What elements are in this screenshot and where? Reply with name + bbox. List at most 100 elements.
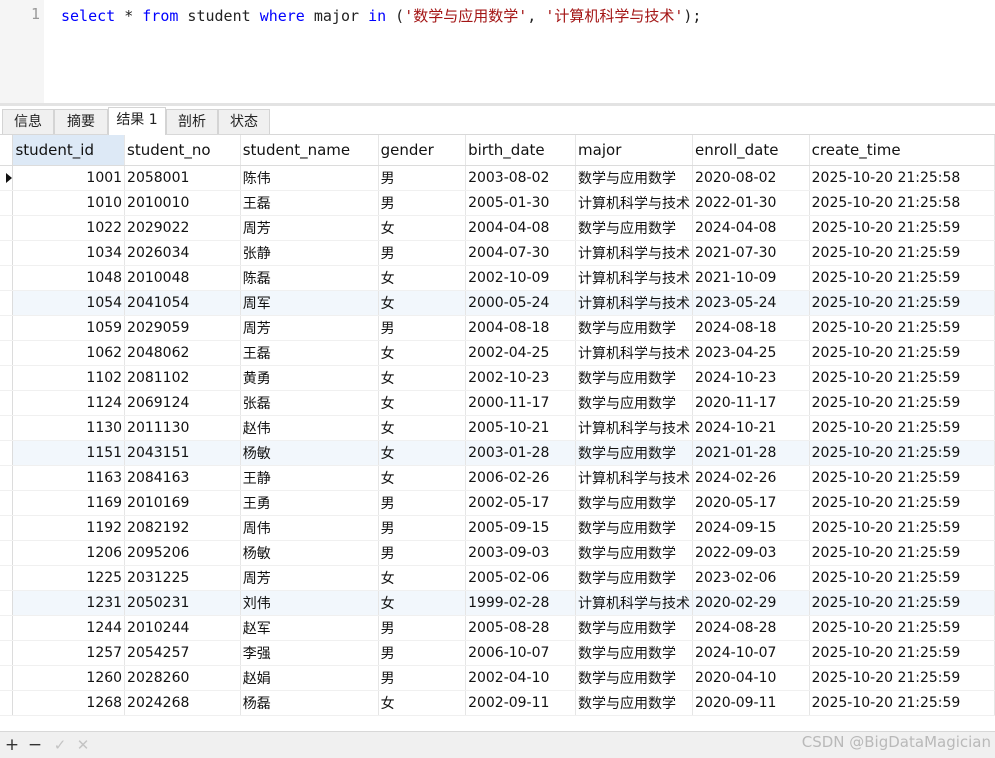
cell-birth-date[interactable]: 2006-10-07 — [465, 640, 577, 666]
cell-student-name[interactable]: 赵伟 — [240, 415, 379, 441]
cell-gender[interactable]: 女 — [378, 265, 467, 291]
cell-birth-date[interactable]: 2003-08-02 — [465, 165, 577, 191]
cell-student-no[interactable]: 2041054 — [124, 290, 241, 316]
cell-gender[interactable]: 男 — [378, 665, 467, 691]
cell-student-id[interactable]: 1244 — [12, 615, 126, 641]
row-header[interactable] — [0, 265, 14, 291]
row-header[interactable] — [0, 240, 14, 266]
cell-birth-date[interactable]: 1999-02-28 — [465, 590, 577, 616]
cell-student-id[interactable]: 1048 — [12, 265, 126, 291]
row-header[interactable] — [0, 165, 14, 191]
cell-gender[interactable]: 女 — [378, 565, 467, 591]
cell-student-no[interactable]: 2024268 — [124, 690, 241, 716]
cell-create-time[interactable]: 2025-10-20 21:25:58 — [809, 165, 995, 191]
row-header[interactable] — [0, 290, 14, 316]
row-header[interactable] — [0, 690, 14, 716]
cell-create-time[interactable]: 2025-10-20 21:25:59 — [809, 340, 995, 366]
cell-create-time[interactable]: 2025-10-20 21:25:59 — [809, 440, 995, 466]
row-header[interactable] — [0, 490, 14, 516]
cell-create-time[interactable]: 2025-10-20 21:25:59 — [809, 415, 995, 441]
table-row[interactable]: 1268 2024268 杨磊女 2002-09-11 数学与应用数学 2020-09-1… — [0, 690, 995, 716]
table-row[interactable]: 1206 2095206 杨敏男 2003-09-03 数学与应用数学 2022-09-0… — [0, 540, 995, 566]
cell-student-no[interactable]: 2031225 — [124, 565, 241, 591]
cell-enroll-date[interactable]: 2024-08-28 — [692, 615, 810, 641]
cell-student-id[interactable]: 1257 — [12, 640, 126, 666]
table-row[interactable]: 1151 2043151 杨敏女 2003-01-28 数学与应用数学 2021-01-2… — [0, 440, 995, 466]
cell-create-time[interactable]: 2025-10-20 21:25:59 — [809, 240, 995, 266]
cell-enroll-date[interactable]: 2024-10-21 — [692, 415, 810, 441]
row-header[interactable] — [0, 390, 14, 416]
cell-create-time[interactable]: 2025-10-20 21:25:59 — [809, 565, 995, 591]
cell-student-no[interactable]: 2069124 — [124, 390, 241, 416]
cell-student-name[interactable]: 王静 — [240, 465, 379, 491]
table-row[interactable]: 1257 2054257 李强男 2006-10-07 数学与应用数学 2024-10-0… — [0, 640, 995, 666]
cell-student-name[interactable]: 周芳 — [240, 215, 379, 241]
row-header[interactable] — [0, 540, 14, 566]
cell-student-no[interactable]: 2011130 — [124, 415, 241, 441]
cell-student-name[interactable]: 黄勇 — [240, 365, 379, 391]
cell-birth-date[interactable]: 2005-02-06 — [465, 565, 577, 591]
cell-major[interactable]: 数学与应用数学 — [575, 365, 694, 391]
cell-enroll-date[interactable]: 2024-02-26 — [692, 465, 810, 491]
table-row[interactable]: 1130 2011130 赵伟女 2005-10-21 计算机科学与技术 2024-10-… — [0, 415, 995, 441]
cell-student-name[interactable]: 张静 — [240, 240, 379, 266]
cell-gender[interactable]: 男 — [378, 190, 467, 216]
cell-gender[interactable]: 男 — [378, 315, 467, 341]
tab-result-1[interactable]: 结果 1 — [108, 107, 166, 135]
cell-student-no[interactable]: 2010010 — [124, 190, 241, 216]
cell-student-id[interactable]: 1001 — [12, 165, 126, 191]
cell-enroll-date[interactable]: 2021-01-28 — [692, 440, 810, 466]
row-header[interactable] — [0, 215, 14, 241]
cell-student-name[interactable]: 周芳 — [240, 565, 379, 591]
cell-student-name[interactable]: 王磊 — [240, 340, 379, 366]
table-row[interactable]: 1059 2029059 周芳男 2004-08-18 数学与应用数学 2024-08-1… — [0, 315, 995, 341]
table-row[interactable]: 1192 2082192 周伟男 2005-09-15 数学与应用数学 2024-09-1… — [0, 515, 995, 541]
cell-enroll-date[interactable]: 2021-07-30 — [692, 240, 810, 266]
row-header[interactable] — [0, 340, 14, 366]
cell-create-time[interactable]: 2025-10-20 21:25:59 — [809, 640, 995, 666]
cell-student-id[interactable]: 1231 — [12, 590, 126, 616]
cell-gender[interactable]: 女 — [378, 440, 467, 466]
cell-birth-date[interactable]: 2006-02-26 — [465, 465, 577, 491]
cell-student-no[interactable]: 2095206 — [124, 540, 241, 566]
cell-major[interactable]: 数学与应用数学 — [575, 640, 694, 666]
cell-gender[interactable]: 女 — [378, 290, 467, 316]
cell-enroll-date[interactable]: 2024-10-23 — [692, 365, 810, 391]
cell-major[interactable]: 计算机科学与技术 — [575, 290, 694, 316]
cell-create-time[interactable]: 2025-10-20 21:25:59 — [809, 265, 995, 291]
cell-create-time[interactable]: 2025-10-20 21:25:59 — [809, 215, 995, 241]
cell-gender[interactable]: 男 — [378, 640, 467, 666]
cell-birth-date[interactable]: 2002-10-23 — [465, 365, 577, 391]
cell-create-time[interactable]: 2025-10-20 21:25:59 — [809, 590, 995, 616]
cell-birth-date[interactable]: 2002-04-25 — [465, 340, 577, 366]
cell-student-id[interactable]: 1163 — [12, 465, 126, 491]
cell-major[interactable]: 数学与应用数学 — [575, 315, 694, 341]
cell-birth-date[interactable]: 2004-08-18 — [465, 315, 577, 341]
cell-birth-date[interactable]: 2005-08-28 — [465, 615, 577, 641]
cell-major[interactable]: 数学与应用数学 — [575, 390, 694, 416]
cell-student-id[interactable]: 1022 — [12, 215, 126, 241]
cell-major[interactable]: 计算机科学与技术 — [575, 415, 694, 441]
cell-student-no[interactable]: 2082192 — [124, 515, 241, 541]
table-row[interactable]: 1163 2084163 王静女 2006-02-26 计算机科学与技术 2024-02-… — [0, 465, 995, 491]
cell-major[interactable]: 计算机科学与技术 — [575, 340, 694, 366]
cell-major[interactable]: 数学与应用数学 — [575, 615, 694, 641]
cell-create-time[interactable]: 2025-10-20 21:25:59 — [809, 390, 995, 416]
cell-birth-date[interactable]: 2003-01-28 — [465, 440, 577, 466]
row-header[interactable] — [0, 615, 14, 641]
cell-student-name[interactable]: 杨磊 — [240, 690, 379, 716]
cell-major[interactable]: 数学与应用数学 — [575, 690, 694, 716]
cell-major[interactable]: 数学与应用数学 — [575, 490, 694, 516]
cell-gender[interactable]: 男 — [378, 240, 467, 266]
cell-birth-date[interactable]: 2004-04-08 — [465, 215, 577, 241]
table-row[interactable]: 1001 2058001 陈伟男 2003-08-02 数学与应用数学 2020-08-0… — [0, 165, 995, 191]
cell-student-no[interactable]: 2048062 — [124, 340, 241, 366]
cell-major[interactable]: 计算机科学与技术 — [575, 240, 694, 266]
cell-gender[interactable]: 女 — [378, 340, 467, 366]
cell-student-id[interactable]: 1124 — [12, 390, 126, 416]
column-header-gender[interactable]: gender — [378, 135, 467, 166]
cell-gender[interactable]: 男 — [378, 165, 467, 191]
cell-enroll-date[interactable]: 2020-02-29 — [692, 590, 810, 616]
cell-enroll-date[interactable]: 2023-02-06 — [692, 565, 810, 591]
cell-create-time[interactable]: 2025-10-20 21:25:59 — [809, 615, 995, 641]
